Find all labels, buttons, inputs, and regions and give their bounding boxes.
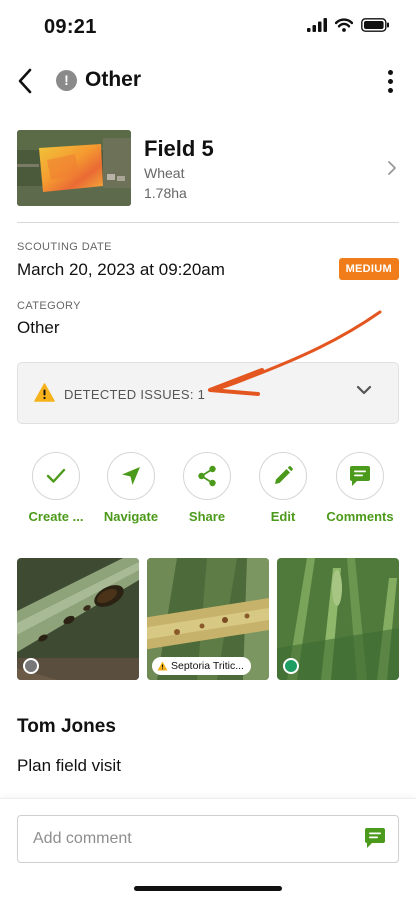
action-circle [336, 452, 384, 500]
more-options-button[interactable] [380, 66, 400, 96]
share-button[interactable]: Share [167, 452, 247, 524]
more-dot-icon [387, 78, 393, 84]
field-map-thumbnail [17, 130, 131, 206]
photo-status-dot [23, 658, 39, 674]
pencil-icon [275, 466, 293, 484]
field-card[interactable]: Field 5 Wheat 1.78ha [17, 130, 399, 208]
photo-thumbnail[interactable]: Septoria Tritic... [147, 558, 269, 680]
header: ! Other [0, 58, 416, 104]
warning-icon [157, 661, 168, 671]
photo-thumbnail[interactable] [17, 558, 139, 680]
comment-bar [0, 798, 416, 900]
photo-thumbnail[interactable] [277, 558, 399, 680]
field-area: 1.78ha [144, 185, 187, 201]
disease-tag: Septoria Tritic... [152, 657, 251, 675]
action-label: Comments [326, 509, 394, 524]
severity-badge: MEDIUM [338, 258, 399, 280]
comment-icon[interactable] [364, 827, 386, 849]
category-alert-icon: ! [56, 69, 77, 91]
comments-button[interactable]: Comments [320, 452, 400, 524]
warning-icon [34, 383, 55, 402]
field-crop: Wheat [144, 165, 185, 181]
note-text: Plan field visit [17, 756, 121, 775]
actions-row: Create ... Navigate Share Edit Comments [17, 452, 399, 524]
action-label: Edit [270, 509, 296, 524]
action-circle [183, 452, 231, 500]
comment-input[interactable] [17, 815, 399, 863]
navigate-button[interactable]: Navigate [91, 452, 171, 524]
detected-issues-dropdown[interactable]: DETECTED ISSUES: 1 [17, 362, 399, 424]
detected-issues-label: DETECTED ISSUES: 1 [64, 387, 206, 402]
action-circle [107, 452, 155, 500]
status-icons [307, 18, 390, 32]
note-author: Tom Jones [17, 716, 116, 737]
navigate-arrow-icon [122, 467, 140, 485]
status-bar: 09:21 [0, 0, 416, 56]
scouting-date-label: SCOUTING DATE [17, 241, 112, 253]
action-label: Create ... [28, 509, 84, 524]
chevron-down-icon [356, 385, 372, 395]
more-dot-icon [387, 87, 393, 93]
action-label: Share [188, 509, 226, 524]
more-dot-icon [387, 69, 393, 75]
category-label: CATEGORY [17, 300, 81, 312]
share-icon [198, 465, 216, 487]
photo-status-dot [283, 658, 299, 674]
chevron-right-icon [388, 161, 396, 175]
back-arrow-icon [18, 68, 32, 94]
wifi-icon [335, 18, 353, 32]
title-wrap: ! Other [56, 68, 141, 92]
field-name: Field 5 [144, 136, 214, 161]
create-task-button[interactable]: Create ... [16, 452, 96, 524]
back-button[interactable] [10, 64, 40, 98]
comment-icon [350, 466, 370, 486]
divider [17, 222, 399, 223]
check-icon [46, 468, 66, 483]
action-label: Navigate [103, 509, 159, 524]
home-indicator [134, 886, 282, 891]
signal-icon [307, 18, 327, 32]
category-value: Other [17, 318, 60, 337]
battery-icon [361, 18, 389, 32]
status-time: 09:21 [44, 16, 97, 38]
scouting-date-value: March 20, 2023 at 09:20am [17, 260, 225, 279]
action-circle [32, 452, 80, 500]
action-circle [259, 452, 307, 500]
page-title: Other [85, 68, 142, 91]
edit-button[interactable]: Edit [243, 452, 323, 524]
disease-tag-label: Septoria Tritic... [171, 660, 244, 672]
photo-gallery: Septoria Tritic... [17, 558, 399, 680]
